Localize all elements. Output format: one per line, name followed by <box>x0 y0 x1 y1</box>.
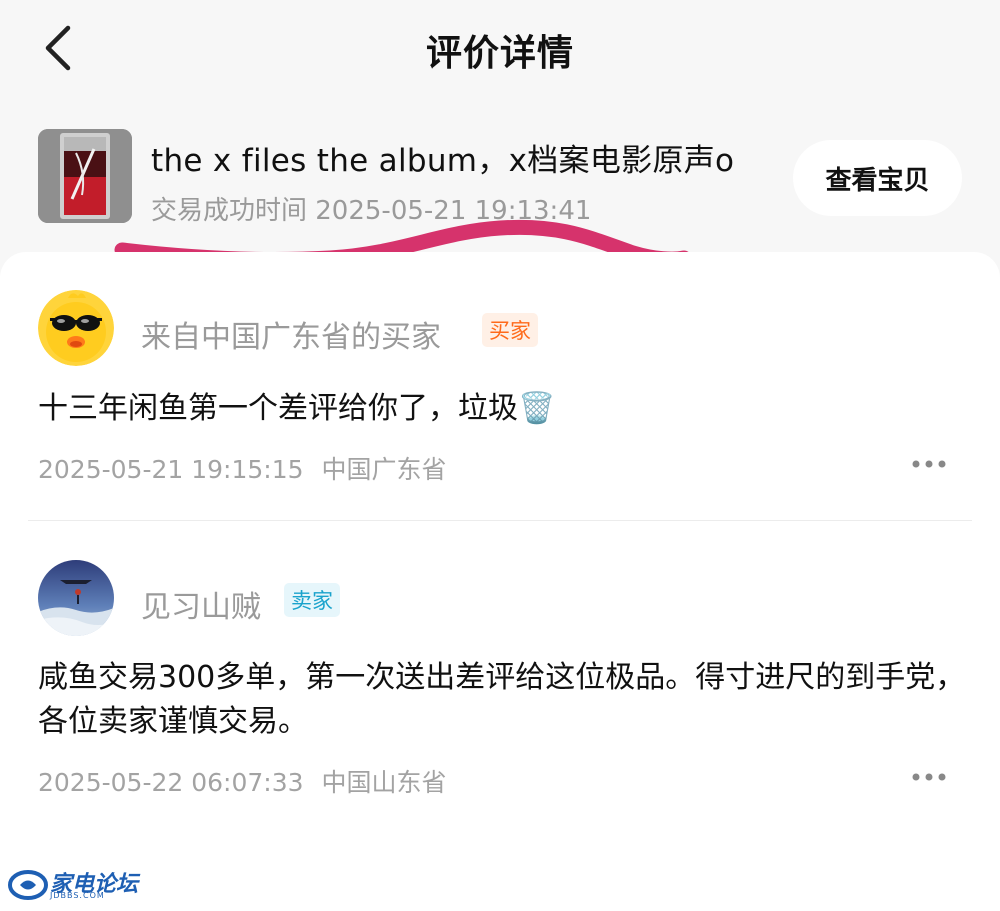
buyer-username[interactable]: 来自中国广东省的买家 <box>141 312 441 356</box>
comment-item: 见习山贼 卖家 咸鱼交易300多单，第一次送出差评给这位极品。得寸进尺的到手党，… <box>0 522 1000 822</box>
comment-item: 来自中国广东省的买家 买家 十三年闲鱼第一个差评给你了，垃圾🗑️ 2025-05… <box>0 252 1000 522</box>
comment-location: 中国山东省 <box>321 768 447 797</box>
comment-more-button[interactable] <box>905 449 953 479</box>
sunglasses-chick-avatar-icon <box>38 290 114 366</box>
album-cover-image <box>38 129 132 223</box>
comments-panel: 来自中国广东省的买家 买家 十三年闲鱼第一个差评给你了，垃圾🗑️ 2025-05… <box>0 252 1000 911</box>
comment-divider <box>28 520 972 521</box>
more-horizontal-icon <box>912 460 946 468</box>
site-watermark: 家电论坛 JDBBS.COM <box>8 866 138 906</box>
comment-timestamp: 2025-05-21 19:15:15 <box>38 455 304 484</box>
buyer-role-badge: 买家 <box>482 313 538 347</box>
product-thumbnail[interactable] <box>38 129 132 223</box>
jdbbs-logo-icon <box>8 870 48 900</box>
seaside-landscape-avatar-icon <box>38 560 114 636</box>
page-title: 评价详情 <box>425 33 574 74</box>
seller-avatar[interactable] <box>38 560 114 636</box>
buyer-avatar[interactable] <box>38 290 114 366</box>
seller-username[interactable]: 见习山贼 <box>141 582 261 626</box>
seller-comment-text: 咸鱼交易300多单，第一次送出差评给这位极品。得寸进尺的到手党，各位卖家谨慎交易… <box>38 660 966 739</box>
view-item-button[interactable]: 查看宝贝 <box>793 140 962 216</box>
product-name[interactable]: the x files the album，x档案电影原声o <box>151 135 734 180</box>
comment-location: 中国广东省 <box>321 455 447 484</box>
comment-more-button[interactable] <box>905 762 953 792</box>
buyer-comment-text: 十三年闲鱼第一个差评给你了，垃圾🗑️ <box>38 391 556 426</box>
more-horizontal-icon <box>912 773 946 781</box>
buyer-comment-meta: 2025-05-21 19:15:15 中国广东省 <box>38 450 446 486</box>
comment-timestamp: 2025-05-22 06:07:33 <box>38 768 304 797</box>
seller-comment-meta: 2025-05-22 06:07:33 中国山东省 <box>38 763 446 799</box>
watermark-subtext: JDBBS.COM <box>50 891 105 900</box>
seller-role-badge: 卖家 <box>284 583 340 617</box>
